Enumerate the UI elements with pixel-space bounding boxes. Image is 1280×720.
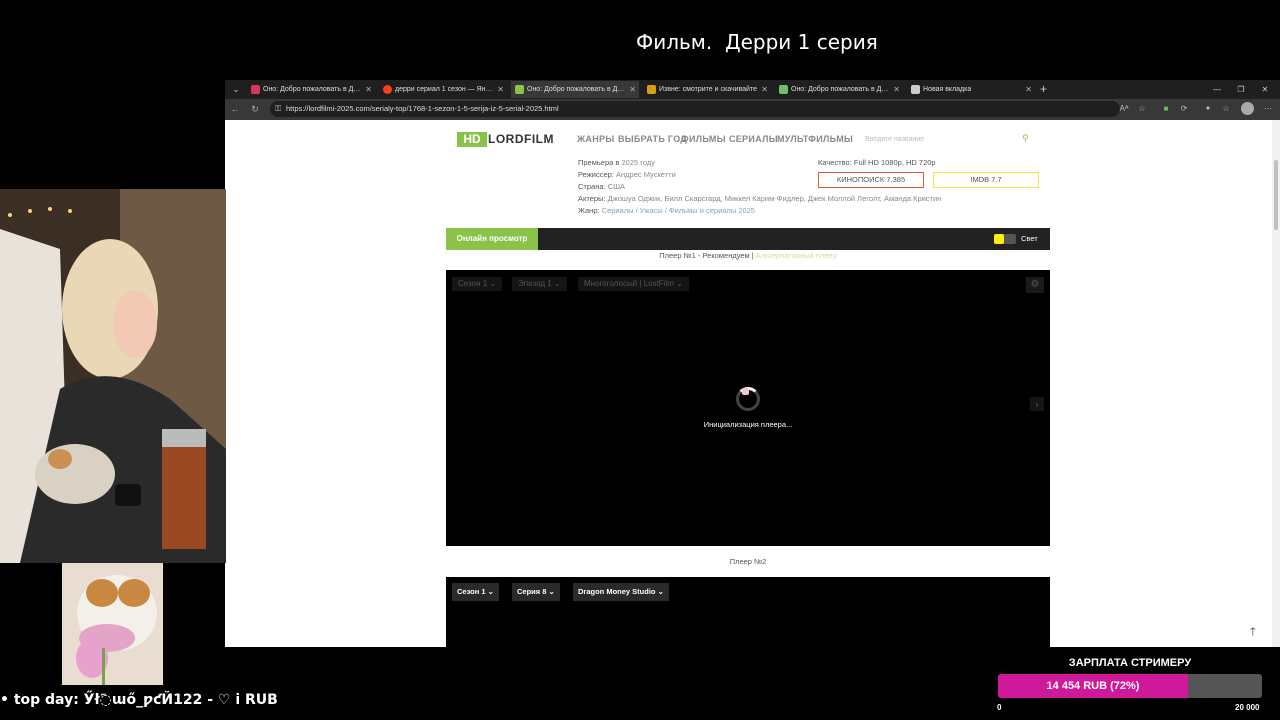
- new-tab-icon: [911, 85, 920, 94]
- site-favicon-icon: [647, 85, 656, 94]
- profile-icon[interactable]: [1241, 102, 1254, 115]
- loading-text: Инициализация плеера...: [703, 420, 793, 429]
- page-scrollbar[interactable]: [1272, 120, 1280, 647]
- stream-title: Фильм. Дерри 1 серия: [636, 30, 878, 54]
- gear-icon[interactable]: ⚙: [1026, 277, 1044, 293]
- tab-search-icon[interactable]: ⌄: [229, 82, 243, 96]
- close-icon[interactable]: ✕: [365, 81, 372, 98]
- scroll-thumb[interactable]: [1274, 160, 1278, 230]
- episode-select[interactable]: Эпизод 1 ⌄: [512, 277, 567, 291]
- movie-content: Премьера в 2025 году Режиссер: Андрес Му…: [446, 158, 1050, 647]
- player-1-tab[interactable]: Плеер №1 - Рекомендуем |: [659, 251, 754, 260]
- imdb-rating[interactable]: IMDB 7.7: [933, 172, 1039, 188]
- browser-tab[interactable]: Новая вкладка ✕: [907, 81, 1035, 98]
- online-watch-label: Онлайн просмотр: [446, 228, 538, 250]
- site-search-input[interactable]: Введите название: [865, 133, 1035, 147]
- web-page: HD LORDFILM ЖАНРЫ ВЫБРАТЬ ГОД ФИЛЬМЫ СЕР…: [225, 120, 1280, 647]
- reader-icon[interactable]: Aᴬ: [1117, 102, 1131, 116]
- browser-tab[interactable]: Оно: Добро пожаловать в Дерри ✕: [775, 81, 903, 98]
- browser-tab-active[interactable]: Оно: Добро пожаловать в Дерри ✕: [511, 81, 639, 98]
- logo-hd[interactable]: HD: [457, 132, 487, 147]
- tab-strip: ⌄ Оно: Добро пожаловать в Дерри ✕ дерри …: [225, 80, 1280, 99]
- search-icon[interactable]: ⚲: [1022, 133, 1029, 144]
- browser-tab[interactable]: Оно: Добро пожаловать в Дерри ✕: [247, 81, 375, 98]
- extensions-icon[interactable]: ✦: [1201, 102, 1215, 116]
- light-label: Свет: [1021, 234, 1038, 243]
- minimize-icon[interactable]: —: [1205, 80, 1229, 99]
- nav-films[interactable]: ФИЛЬМЫ: [681, 134, 726, 144]
- premiere-info: Премьера в 2025 году: [578, 158, 655, 167]
- close-icon[interactable]: ✕: [629, 81, 636, 98]
- video-player[interactable]: Сезон 1 ⌄ Эпизод 1 ⌄ Многоголосый | Lost…: [446, 270, 1050, 546]
- country-info: Страна: США: [578, 182, 625, 191]
- extension-icon[interactable]: ■: [1159, 102, 1173, 116]
- goal-title: ЗАРПЛАТА СТРИМЕРУ: [1068, 657, 1192, 669]
- actors-info: Актеры: Джошуа Оджик, Билл Скарсгард, Ми…: [578, 194, 942, 203]
- yandex-icon: [383, 85, 392, 94]
- toggle-knob: [994, 234, 1004, 244]
- back-icon[interactable]: ←: [228, 102, 242, 116]
- address-bar[interactable]: ⚿ https://lordfilmi-2025.com/serialy-top…: [270, 101, 1120, 117]
- chevron-right-icon[interactable]: ›: [1030, 397, 1044, 411]
- logo-text[interactable]: LORDFILM: [488, 132, 554, 147]
- player-tabs: Плеер №1 - Рекомендуем | Альтернативный …: [446, 250, 1050, 270]
- cat-image: [62, 563, 163, 685]
- light-toggle[interactable]: [994, 234, 1016, 244]
- close-window-icon[interactable]: ✕: [1253, 80, 1277, 99]
- nav-series[interactable]: СЕРИАЛЫ: [729, 134, 778, 144]
- series-select[interactable]: Серия 8 ⌄: [512, 583, 560, 601]
- goal-progress-bar: 14 454 RUB (72%): [998, 674, 1262, 698]
- url-text: https://lordfilmi-2025.com/serialy-top/1…: [286, 104, 559, 113]
- video-player-2[interactable]: Сезон 1 ⌄ Серия 8 ⌄ Dragon Money Studio …: [446, 577, 1050, 647]
- new-tab-button[interactable]: +: [1040, 81, 1047, 98]
- stream-overlay: Фильм. Дерри 1 серия ⌄ Оно: Добро пожало…: [0, 0, 1280, 720]
- quality-info: Качество: Full HD 1080p, HD 720p: [818, 158, 936, 167]
- player-2-label: Плеер №2: [446, 546, 1050, 577]
- voice-select[interactable]: Многоголосый | LostFilm ⌄: [578, 277, 689, 291]
- nav-genres[interactable]: ЖАНРЫ: [577, 134, 614, 144]
- goal-progress-text: 14 454 RUB (72%): [1046, 680, 1140, 692]
- director-info: Режиссер: Андрес Мускетти: [578, 170, 676, 179]
- pet-cam: [62, 563, 163, 685]
- close-icon[interactable]: ✕: [761, 81, 768, 98]
- reload-icon[interactable]: ↻: [248, 102, 262, 116]
- goal-max: 20 000: [1235, 703, 1260, 712]
- site-favicon-icon: [515, 85, 524, 94]
- site-header: HD LORDFILM ЖАНРЫ ВЫБРАТЬ ГОД ФИЛЬМЫ СЕР…: [225, 120, 1270, 160]
- nav-cartoons[interactable]: МУЛЬТФИЛЬМЫ: [777, 134, 853, 144]
- genre-info: Жанр: Сериалы / Ужасы / Фильмы и сериалы…: [578, 206, 755, 215]
- online-watch-bar: Онлайн просмотр Свет: [446, 228, 1050, 250]
- browser-tab[interactable]: дерри сериал 1 сезон — Яндекс ✕: [379, 81, 507, 98]
- site-favicon-icon: [251, 85, 260, 94]
- webcam-image: [0, 189, 226, 563]
- season-select[interactable]: Сезон 1 ⌄: [452, 277, 503, 291]
- refresh-icon[interactable]: ⟳: [1177, 102, 1191, 116]
- genre-links[interactable]: Сериалы / Ужасы / Фильмы и сериалы 2025: [602, 206, 755, 215]
- browser-toolbar: ← ↻ ⚿ https://lordfilmi-2025.com/serialy…: [225, 99, 1280, 120]
- season-select-2[interactable]: Сезон 1 ⌄: [452, 583, 499, 601]
- alt-player-tab[interactable]: Альтернативный плеер: [756, 251, 837, 260]
- spinner-dot: [742, 388, 749, 395]
- close-icon[interactable]: ✕: [1025, 81, 1032, 98]
- goal-min: 0: [997, 703, 1002, 712]
- close-icon[interactable]: ✕: [893, 81, 900, 98]
- kinopoisk-rating[interactable]: КИНОПОИСК 7.385: [818, 172, 924, 188]
- favorites-icon[interactable]: ☆: [1219, 102, 1233, 116]
- maximize-icon[interactable]: ❐: [1229, 80, 1253, 99]
- crown-icon: [779, 85, 788, 94]
- browser-window: ⌄ Оно: Добро пожаловать в Дерри ✕ дерри …: [225, 80, 1280, 647]
- studio-select[interactable]: Dragon Money Studio ⌄: [573, 583, 669, 601]
- lock-icon: ⚿: [275, 104, 282, 113]
- nav-year[interactable]: ВЫБРАТЬ ГОД: [618, 134, 687, 144]
- webcam-feed: [0, 189, 226, 563]
- more-icon[interactable]: ⋯: [1261, 102, 1275, 116]
- close-icon[interactable]: ✕: [497, 81, 504, 98]
- scroll-top-icon[interactable]: 🡑: [1250, 623, 1256, 642]
- favorite-star-icon[interactable]: ☆: [1135, 102, 1149, 116]
- top-day-donor: • top day: Ӳł߬ɯő_ƿƈЙ122 - ♡ i RUB: [0, 692, 278, 708]
- browser-tab[interactable]: Извне: смотрите и скачивайте ✕: [643, 81, 771, 98]
